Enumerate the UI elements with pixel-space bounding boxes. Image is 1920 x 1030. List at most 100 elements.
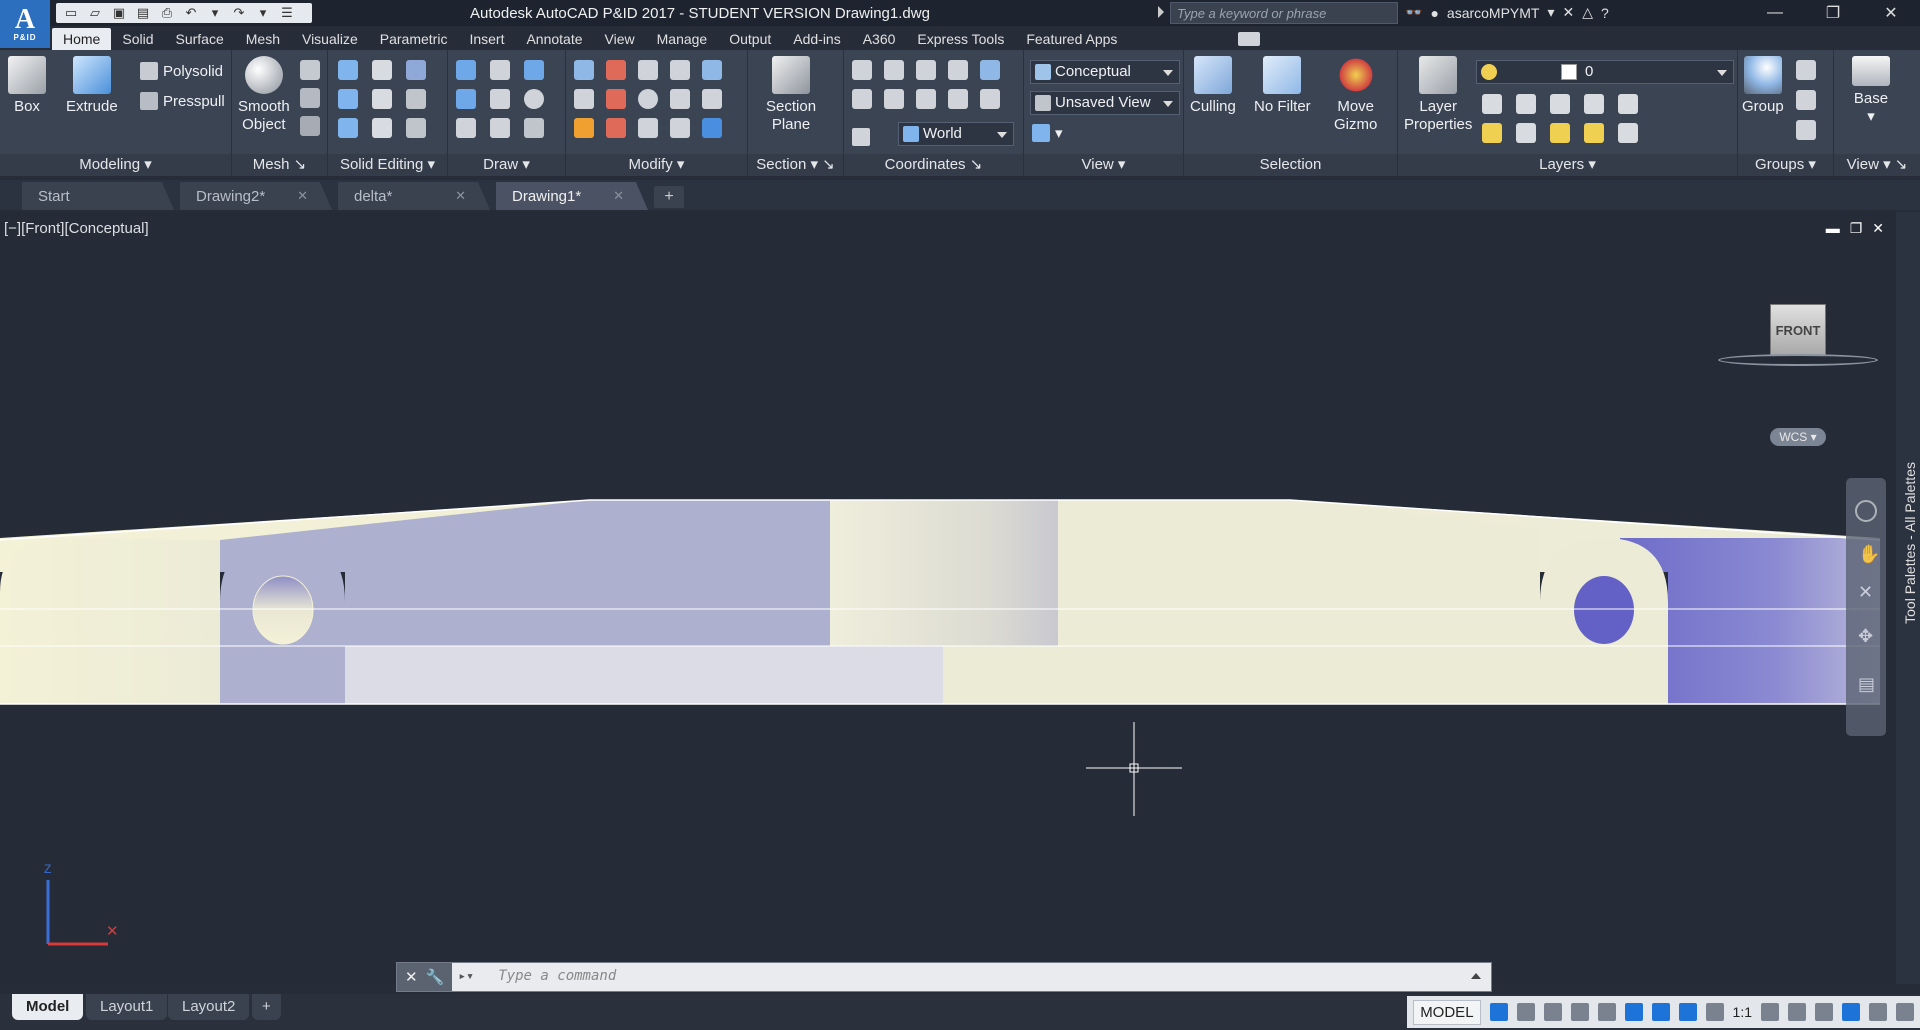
section-plane-button[interactable]: Section Plane [766, 56, 816, 134]
polar-icon[interactable] [1570, 1003, 1589, 1021]
grid-icon[interactable] [1489, 1003, 1508, 1021]
tab-express-tools[interactable]: Express Tools [906, 28, 1015, 50]
tab-visualize[interactable]: Visualize [291, 28, 369, 50]
group-edit-icon[interactable] [1796, 90, 1816, 110]
redo-icon[interactable]: ↷ [230, 5, 248, 21]
username-dropdown-icon[interactable]: ▾ [1547, 4, 1554, 21]
ucs-icon-properties[interactable] [852, 128, 870, 146]
rotate-icon[interactable] [638, 89, 658, 109]
ucs-world-icon[interactable] [916, 60, 936, 80]
layer-match-icon[interactable] [1618, 94, 1638, 114]
add-layout-button[interactable]: + [252, 994, 281, 1020]
panel-title-modeling[interactable]: Modeling ▾ [0, 154, 231, 176]
doc-tab-drawing1[interactable]: Drawing1* ✕ [496, 182, 648, 210]
gear-icon[interactable] [1761, 1003, 1779, 1021]
thicken-icon[interactable] [372, 118, 392, 138]
redo-dropdown-icon[interactable]: ▾ [254, 5, 272, 21]
panel-title-section[interactable]: Section ▾ ↘ [748, 154, 843, 176]
orbit-icon[interactable]: ✥ [1858, 626, 1873, 647]
layout-tab-layout1[interactable]: Layout1 [86, 994, 168, 1020]
panel-title-coordinates[interactable]: Coordinates ↘ [844, 154, 1023, 176]
customize-qat-icon[interactable]: ☰ [278, 5, 296, 21]
save-as-icon[interactable]: ▤ [134, 5, 152, 21]
circle-icon[interactable] [524, 89, 544, 109]
move-gizmo-button[interactable]: Move Gizmo [1334, 56, 1377, 134]
ucs-icon[interactable] [852, 60, 872, 80]
tab-mesh[interactable]: Mesh [235, 28, 291, 50]
undo-icon[interactable]: ↶ [182, 5, 200, 21]
layout-tab-layout2[interactable]: Layout2 [168, 994, 250, 1020]
layer-isolate-icon[interactable] [1516, 94, 1536, 114]
hardware-acceleration-icon[interactable] [1842, 1003, 1860, 1021]
array-icon[interactable] [670, 60, 690, 80]
tab-solid[interactable]: Solid [111, 28, 164, 50]
new-tab-button[interactable]: + [654, 186, 684, 208]
extrude-button[interactable]: Extrude [66, 56, 118, 116]
tab-annotate[interactable]: Annotate [515, 28, 593, 50]
object-snap-icon[interactable] [1651, 1003, 1670, 1021]
ucs-z-icon[interactable] [948, 89, 968, 109]
layer-thaw-icon[interactable] [1550, 123, 1570, 143]
save-icon[interactable]: ▣ [110, 5, 128, 21]
layer-freeze-icon[interactable] [1550, 94, 1570, 114]
visual-style-dropdown[interactable]: Conceptual [1030, 60, 1180, 84]
ucs-y-icon[interactable] [916, 89, 936, 109]
customization-menu-icon[interactable] [1896, 1003, 1914, 1021]
command-input[interactable]: ▸▾ Type a command [452, 963, 1491, 991]
model-space-button[interactable]: MODEL [1413, 999, 1481, 1025]
erase-icon[interactable] [574, 118, 594, 138]
isodraft-icon[interactable] [1597, 1003, 1616, 1021]
layer-off-icon[interactable] [1482, 94, 1502, 114]
named-view-dropdown[interactable]: Unsaved View [1030, 91, 1180, 115]
tab-insert[interactable]: Insert [458, 28, 515, 50]
arc-icon[interactable] [524, 60, 544, 80]
minimize-icon[interactable]: — [1746, 0, 1804, 26]
union-icon[interactable] [338, 60, 358, 80]
mesh-primitive-icon[interactable] [300, 60, 320, 80]
tab-add-ins[interactable]: Add-ins [782, 28, 851, 50]
viewcube-face[interactable]: FRONT [1770, 304, 1826, 356]
zoom-icon[interactable]: ✕ [1858, 582, 1873, 603]
help-icon[interactable]: ? [1601, 5, 1609, 21]
exchange-icon[interactable]: ✕ [1563, 4, 1575, 21]
ungroup-icon[interactable] [1796, 60, 1816, 80]
tab-output[interactable]: Output [718, 28, 782, 50]
smooth-object-button[interactable]: Smooth Object [238, 56, 290, 134]
polyline-icon[interactable] [490, 60, 510, 80]
spline-icon[interactable] [456, 89, 476, 109]
pan-hand-icon[interactable]: ✋ [1858, 544, 1880, 565]
close-icon[interactable]: ✕ [455, 188, 466, 204]
a360-icon[interactable]: △ [1582, 4, 1593, 21]
ucs-x-icon[interactable] [884, 89, 904, 109]
scale-icon[interactable] [638, 118, 658, 138]
intersect-icon[interactable] [338, 118, 358, 138]
snap-icon[interactable] [1516, 1003, 1535, 1021]
tab-home[interactable]: Home [52, 28, 112, 50]
panel-title-solid-editing[interactable]: Solid Editing ▾ [328, 154, 447, 176]
username[interactable]: asarcoMPYMT [1447, 5, 1540, 21]
annotation-scale[interactable]: 1:1 [1733, 1004, 1752, 1020]
ucs-origin-icon[interactable] [852, 89, 872, 109]
application-menu-button[interactable]: A P&ID [0, 0, 50, 48]
polysolid-button[interactable]: Polysolid [140, 62, 223, 80]
doc-tab-drawing2[interactable]: Drawing2* ✕ [180, 182, 332, 210]
tab-a360[interactable]: A360 [852, 28, 907, 50]
offset-icon[interactable] [670, 118, 690, 138]
panel-title-modify[interactable]: Modify ▾ [566, 154, 747, 176]
plot-icon[interactable]: ⎙ [158, 5, 176, 21]
auto-scale-icon[interactable] [1705, 1003, 1724, 1021]
clean-screen-icon[interactable] [1869, 1003, 1887, 1021]
presspull-button[interactable]: Presspull [140, 92, 225, 110]
doc-tab-delta[interactable]: delta* ✕ [338, 182, 490, 210]
layer-on-icon[interactable] [1482, 123, 1502, 143]
culling-button[interactable]: Culling [1190, 56, 1236, 116]
subtract-icon[interactable] [338, 89, 358, 109]
layout-tab-model[interactable]: Model [12, 994, 84, 1020]
no-filter-button[interactable]: No Filter [1254, 56, 1311, 116]
group-button[interactable]: Group [1742, 56, 1784, 116]
tab-view[interactable]: View [594, 28, 646, 50]
box-button[interactable]: Box [8, 56, 46, 116]
panel-title-layers[interactable]: Layers ▾ [1398, 154, 1737, 176]
restore-icon[interactable]: ❐ [1804, 0, 1862, 26]
mesh-refine-icon[interactable] [300, 116, 320, 136]
